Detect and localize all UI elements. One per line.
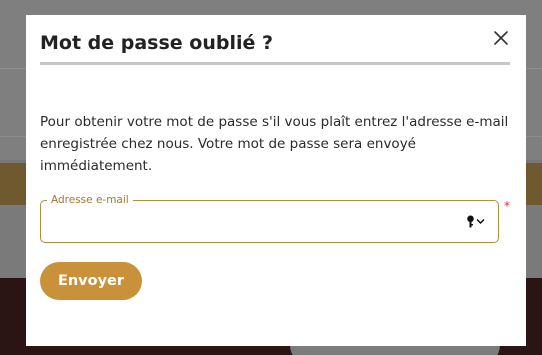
password-manager-button[interactable] [466,215,485,228]
dialog-description: Pour obtenir votre mot de passe s'il vou… [40,114,509,174]
key-icon [467,215,474,228]
close-icon [494,31,508,45]
email-field[interactable]: Adresse e-mail [40,193,499,243]
title-divider [40,62,510,65]
required-indicator: * [504,199,510,213]
chevron-down-icon [476,218,485,225]
dialog-title: Mot de passe oublié ? [40,32,274,54]
email-field-label: Adresse e-mail [47,193,133,207]
email-input[interactable] [49,209,453,237]
send-button[interactable]: Envoyer [40,262,142,300]
forgot-password-dialog: Mot de passe oublié ? Pour obtenir votre… [26,15,526,346]
close-button[interactable] [489,26,513,50]
